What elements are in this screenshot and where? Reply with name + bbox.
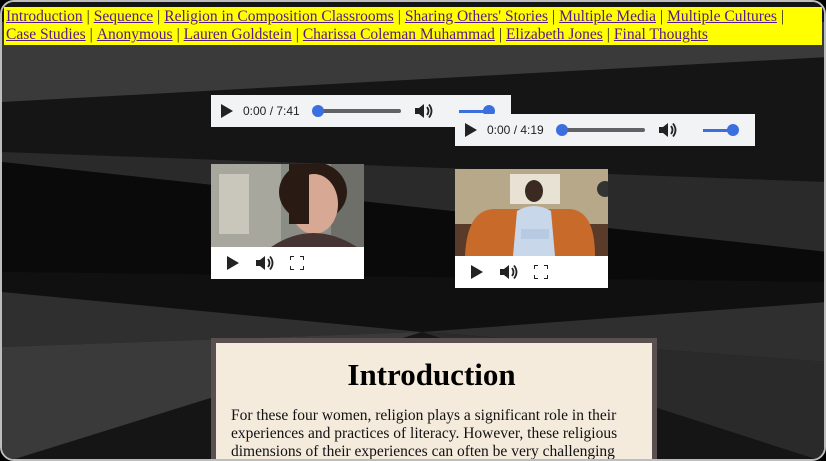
nav-link-elizabeth-jones[interactable]: Elizabeth Jones xyxy=(506,26,603,43)
nav-link-lauren-goldstein[interactable]: Lauren Goldstein xyxy=(184,26,292,43)
top-navigation: Introduction | Sequence | Religion in Compos… xyxy=(4,7,822,45)
audio-seek-slider[interactable] xyxy=(556,124,645,136)
nav-separator: | xyxy=(498,26,502,43)
play-button[interactable] xyxy=(217,247,249,279)
fullscreen-button[interactable] xyxy=(281,247,313,279)
video-controls xyxy=(455,256,608,288)
audio-player-2: 0:00 / 4:19 xyxy=(455,114,755,146)
fullscreen-icon xyxy=(534,265,548,279)
volume-icon xyxy=(256,255,274,271)
video-player-2[interactable] xyxy=(455,169,608,288)
section-heading: Introduction xyxy=(347,357,516,392)
content-card-inner: Introduction For these four women, relig… xyxy=(216,343,652,460)
volume-icon xyxy=(659,122,677,138)
volume-icon xyxy=(415,103,433,119)
audio-seek-slider[interactable] xyxy=(312,105,401,117)
play-icon xyxy=(465,123,477,137)
audio-time: 0:00 / 7:41 xyxy=(243,104,300,118)
mute-button[interactable] xyxy=(401,95,447,127)
volume-slider[interactable] xyxy=(703,123,739,136)
nav-link-final-thoughts[interactable]: Final Thoughts xyxy=(614,26,708,43)
nav-separator: | xyxy=(397,8,401,25)
play-icon xyxy=(227,256,239,270)
fullscreen-button[interactable] xyxy=(525,256,557,288)
nav-separator: | xyxy=(157,8,161,25)
page-frame: Introduction | Sequence | Religion in Compos… xyxy=(0,0,826,461)
nav-link-sharing-others-stories[interactable]: Sharing Others' Stories xyxy=(405,8,548,25)
volume-slider[interactable] xyxy=(459,104,495,117)
video-frame-woman[interactable] xyxy=(211,164,364,247)
nav-link-case-studies[interactable]: Case Studies xyxy=(6,26,86,43)
video-frame-woman-chair[interactable] xyxy=(455,169,608,256)
video-player-1[interactable] xyxy=(211,164,364,279)
audio-time: 0:00 / 4:19 xyxy=(487,123,544,137)
nav-separator: | xyxy=(86,8,90,25)
nav-link-multiple-media[interactable]: Multiple Media xyxy=(559,8,656,25)
nav-separator: | xyxy=(606,26,610,43)
play-icon xyxy=(221,104,233,118)
content-card: Introduction For these four women, relig… xyxy=(211,338,657,460)
section-body: For these four women, religion plays a s… xyxy=(231,407,618,460)
video-still xyxy=(211,164,364,247)
nav-separator: | xyxy=(659,8,664,25)
play-button[interactable] xyxy=(211,95,243,127)
mute-button[interactable] xyxy=(249,247,281,279)
nav-link-anonymous[interactable]: Anonymous xyxy=(97,26,173,43)
nav-link-multiple-cultures[interactable]: Multiple Cultures xyxy=(667,8,777,25)
seek-knob[interactable] xyxy=(556,124,568,136)
nav-link-sequence[interactable]: Sequence xyxy=(94,8,153,25)
nav-link-introduction[interactable]: Introduction xyxy=(6,8,83,25)
fullscreen-icon xyxy=(290,256,304,270)
mute-button[interactable] xyxy=(645,114,691,146)
video-still xyxy=(455,169,608,256)
play-button[interactable] xyxy=(461,256,493,288)
play-icon xyxy=(471,265,483,279)
play-button[interactable] xyxy=(455,114,487,146)
nav-separator: | xyxy=(176,26,180,43)
nav-separator: | xyxy=(295,26,299,43)
nav-link-religion-in-composition-classrooms[interactable]: Religion in Composition Classrooms xyxy=(164,8,394,25)
nav-separator: | xyxy=(780,8,784,25)
seek-knob[interactable] xyxy=(312,105,324,117)
volume-knob[interactable] xyxy=(727,123,739,136)
nav-separator: | xyxy=(552,8,556,25)
video-controls xyxy=(211,247,364,279)
nav-separator: | xyxy=(89,26,93,43)
nav-link-charissa-coleman-muhammad[interactable]: Charissa Coleman Muhammad xyxy=(303,26,495,43)
volume-icon xyxy=(500,264,518,280)
mute-button[interactable] xyxy=(493,256,525,288)
